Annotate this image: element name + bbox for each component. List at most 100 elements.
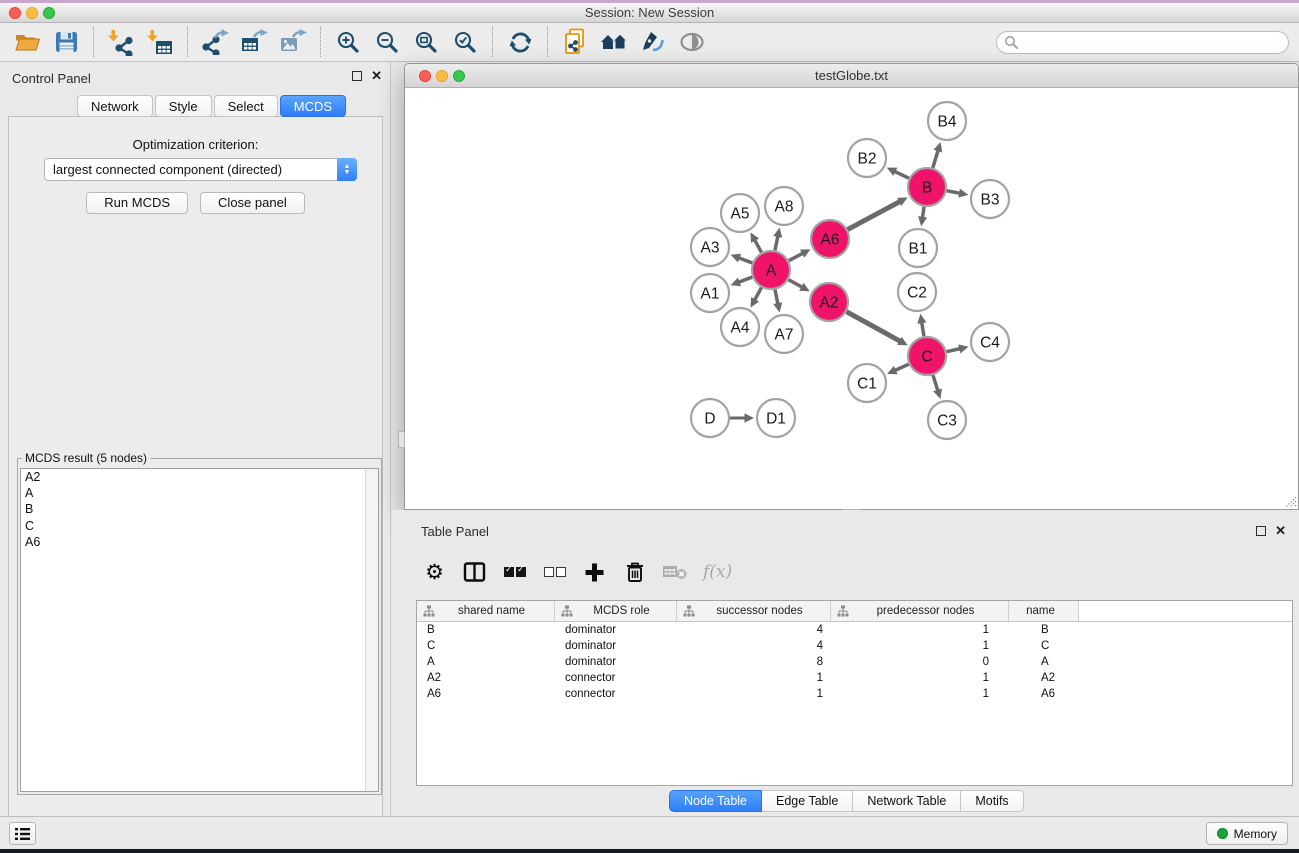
node-D[interactable]: D bbox=[691, 399, 729, 437]
edge-D-D1[interactable] bbox=[730, 413, 754, 422]
table-cell[interactable]: 1 bbox=[677, 670, 831, 686]
zoom-out-button[interactable] bbox=[373, 28, 401, 56]
node-B1[interactable]: B1 bbox=[899, 229, 937, 267]
table-cell[interactable]: 8 bbox=[677, 654, 831, 670]
table-cell[interactable]: dominator bbox=[555, 622, 677, 638]
resize-grip-icon[interactable] bbox=[1282, 493, 1297, 508]
node-C2[interactable]: C2 bbox=[898, 273, 936, 311]
edge-C-C2[interactable] bbox=[917, 314, 926, 337]
table-cell[interactable]: B bbox=[1009, 622, 1079, 638]
edge-A-A5[interactable] bbox=[751, 232, 762, 252]
zoom-traffic-light[interactable] bbox=[43, 7, 55, 19]
run-mcds-button[interactable]: Run MCDS bbox=[86, 192, 188, 214]
edge-A-A6[interactable] bbox=[789, 249, 811, 260]
table-cell[interactable]: 1 bbox=[831, 670, 1009, 686]
edge-C-C4[interactable] bbox=[947, 344, 969, 353]
criterion-select[interactable]: largest connected component (directed) ▲… bbox=[44, 158, 357, 181]
show-panels-button[interactable] bbox=[9, 822, 36, 845]
delete-table-button[interactable] bbox=[662, 559, 688, 585]
node-A8[interactable]: A8 bbox=[765, 187, 803, 225]
edge-B-B4[interactable] bbox=[933, 142, 942, 168]
table-cell[interactable]: 1 bbox=[677, 686, 831, 702]
unselect-all-columns-button[interactable] bbox=[542, 559, 567, 585]
node-B4[interactable]: B4 bbox=[928, 102, 966, 140]
table-cell[interactable]: 0 bbox=[831, 654, 1009, 670]
zoom-traffic-light[interactable] bbox=[453, 70, 465, 82]
tab-select[interactable]: Select bbox=[214, 95, 278, 117]
table-cell[interactable]: C bbox=[1009, 638, 1079, 654]
table-row[interactable]: Cdominator41C bbox=[417, 638, 1292, 654]
table-row[interactable]: A2connector11A2 bbox=[417, 670, 1292, 686]
mcds-list-scrollbar[interactable] bbox=[365, 469, 378, 791]
save-session-button[interactable] bbox=[52, 28, 80, 56]
table-cell[interactable]: A2 bbox=[417, 670, 555, 686]
function-builder-button[interactable]: f(x) bbox=[703, 559, 732, 585]
node-B2[interactable]: B2 bbox=[848, 139, 886, 177]
close-panel-button[interactable]: Close panel bbox=[200, 192, 305, 214]
close-traffic-light[interactable] bbox=[9, 7, 21, 19]
node-B[interactable]: B bbox=[908, 168, 946, 206]
delete-column-button[interactable] bbox=[622, 559, 647, 585]
column-layout-button[interactable] bbox=[462, 559, 487, 585]
add-column-button[interactable] bbox=[582, 559, 607, 585]
node-A3[interactable]: A3 bbox=[691, 228, 729, 266]
tab-style[interactable]: Style bbox=[155, 95, 212, 117]
table-row[interactable]: A6connector11A6 bbox=[417, 686, 1292, 702]
column-header-mcds-role[interactable]: MCDS role bbox=[555, 601, 677, 621]
apply-layout-button[interactable] bbox=[506, 28, 534, 56]
memory-button[interactable]: Memory bbox=[1206, 822, 1288, 845]
mcds-result-item[interactable]: C bbox=[21, 518, 378, 534]
node-A[interactable]: A bbox=[752, 251, 790, 289]
node-C[interactable]: C bbox=[908, 337, 946, 375]
table-cell[interactable]: A6 bbox=[1009, 686, 1079, 702]
tab-edge-table[interactable]: Edge Table bbox=[762, 790, 853, 812]
edge-A-A2[interactable] bbox=[789, 280, 810, 292]
edge-B-B2[interactable] bbox=[887, 168, 909, 179]
table-cell[interactable]: 4 bbox=[677, 638, 831, 654]
edge-B-B3[interactable] bbox=[947, 189, 969, 198]
edge-A-A7[interactable] bbox=[773, 290, 782, 313]
table-cell[interactable]: A2 bbox=[1009, 670, 1079, 686]
import-network-button[interactable] bbox=[107, 28, 135, 56]
table-cell[interactable]: A6 bbox=[417, 686, 555, 702]
tab-mcds[interactable]: MCDS bbox=[280, 95, 346, 117]
show-graphics-details-button[interactable] bbox=[678, 28, 706, 56]
tab-motifs[interactable]: Motifs bbox=[961, 790, 1023, 812]
edge-B-B1[interactable] bbox=[918, 207, 927, 226]
node-D1[interactable]: D1 bbox=[757, 399, 795, 437]
node-A7[interactable]: A7 bbox=[765, 315, 803, 353]
table-row[interactable]: Adominator80A bbox=[417, 654, 1292, 670]
style-brush-button[interactable] bbox=[639, 28, 667, 56]
tab-network[interactable]: Network bbox=[77, 95, 153, 117]
node-C3[interactable]: C3 bbox=[928, 401, 966, 439]
minimize-traffic-light[interactable] bbox=[26, 7, 38, 19]
float-panel-icon[interactable] bbox=[352, 71, 362, 81]
network-window-titlebar[interactable]: testGlobe.txt bbox=[405, 64, 1298, 88]
column-header-successor-nodes[interactable]: successor nodes bbox=[677, 601, 831, 621]
mcds-result-item[interactable]: A6 bbox=[21, 534, 378, 550]
zoom-in-button[interactable] bbox=[334, 28, 362, 56]
import-table-button[interactable] bbox=[146, 28, 174, 56]
edge-A-A3[interactable] bbox=[731, 254, 753, 263]
edge-A2-C[interactable] bbox=[847, 312, 908, 346]
table-cell[interactable]: dominator bbox=[555, 638, 677, 654]
column-header-name[interactable]: name bbox=[1009, 601, 1079, 621]
edge-C-C1[interactable] bbox=[887, 364, 909, 374]
column-header-predecessor-nodes[interactable]: predecessor nodes bbox=[831, 601, 1009, 621]
table-cell[interactable]: B bbox=[417, 622, 555, 638]
table-cell[interactable]: connector bbox=[555, 670, 677, 686]
node-A5[interactable]: A5 bbox=[721, 194, 759, 232]
select-all-columns-button[interactable] bbox=[502, 559, 527, 585]
edge-C-C3[interactable] bbox=[933, 375, 942, 399]
node-C4[interactable]: C4 bbox=[971, 323, 1009, 361]
close-traffic-light[interactable] bbox=[419, 70, 431, 82]
table-cell[interactable]: connector bbox=[555, 686, 677, 702]
close-panel-icon[interactable]: ✕ bbox=[1275, 526, 1286, 536]
node-A4[interactable]: A4 bbox=[721, 308, 759, 346]
node-C1[interactable]: C1 bbox=[848, 364, 886, 402]
node-A6[interactable]: A6 bbox=[811, 220, 849, 258]
node-A2[interactable]: A2 bbox=[810, 283, 848, 321]
edge-A6-B[interactable] bbox=[848, 197, 908, 229]
table-settings-button[interactable]: ⚙ bbox=[422, 559, 447, 585]
export-image-button[interactable] bbox=[279, 28, 307, 56]
